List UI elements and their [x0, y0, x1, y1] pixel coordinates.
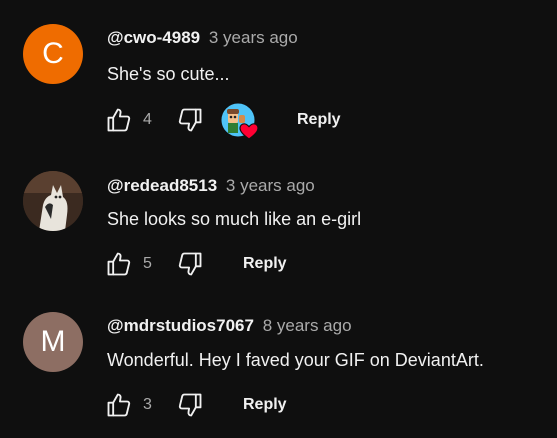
author-name[interactable]: @cwo-4989 [107, 28, 200, 47]
comment-actions: 3 Reply [103, 385, 543, 425]
comment-header: @mdrstudios7067 8 years ago [107, 316, 352, 336]
comment-actions: 5 Reply [103, 244, 543, 284]
dislike-button[interactable] [174, 244, 206, 284]
dislike-button[interactable] [174, 100, 206, 140]
author-name[interactable]: @redead8513 [107, 176, 217, 195]
comment-header: @cwo-4989 3 years ago [107, 28, 298, 48]
avatar[interactable] [23, 171, 83, 231]
author-name[interactable]: @mdrstudios7067 [107, 316, 254, 335]
comment-thread: M @mdrstudios7067 8 years ago Wonderful.… [0, 290, 557, 438]
reply-button[interactable]: Reply [285, 104, 353, 136]
comment-actions: 4 Reply [103, 100, 543, 140]
comment-thread: C @cwo-4989 3 years ago She's so cute...… [0, 0, 557, 150]
thumbs-down-outline-icon [178, 252, 202, 276]
like-count: 3 [143, 396, 152, 413]
avatar[interactable]: C [23, 24, 83, 84]
comment-header: @redead8513 3 years ago [107, 176, 315, 196]
avatar-letter: M [40, 325, 66, 358]
like-button[interactable] [103, 100, 135, 140]
reply-button[interactable]: Reply [231, 389, 299, 421]
like-button[interactable] [103, 244, 135, 284]
like-count: 4 [143, 111, 152, 128]
like-count: 5 [143, 255, 152, 272]
comment-text: She's so cute... [107, 64, 230, 84]
comment-time[interactable]: 3 years ago [226, 176, 315, 195]
comment-time[interactable]: 3 years ago [209, 28, 298, 47]
reply-button[interactable]: Reply [231, 248, 299, 280]
comment-text: She looks so much like an e-girl [107, 209, 362, 229]
thumbs-up-outline-icon [107, 108, 131, 132]
comment-thread: @redead8513 3 years ago She looks so muc… [0, 150, 557, 290]
cat-photo-avatar [23, 171, 83, 231]
thumbs-up-outline-icon [107, 393, 131, 417]
thumbs-down-outline-icon [178, 108, 202, 132]
comment-time[interactable]: 8 years ago [263, 316, 352, 335]
avatar-letter: C [42, 37, 64, 70]
like-button[interactable] [103, 385, 135, 425]
thumbs-down-outline-icon [178, 393, 202, 417]
avatar[interactable]: M [23, 312, 83, 372]
comment-text: Wonderful. Hey I faved your GIF on Devia… [107, 350, 484, 370]
creator-heart-icon[interactable] [219, 101, 261, 141]
dislike-button[interactable] [174, 385, 206, 425]
thumbs-up-outline-icon [107, 252, 131, 276]
